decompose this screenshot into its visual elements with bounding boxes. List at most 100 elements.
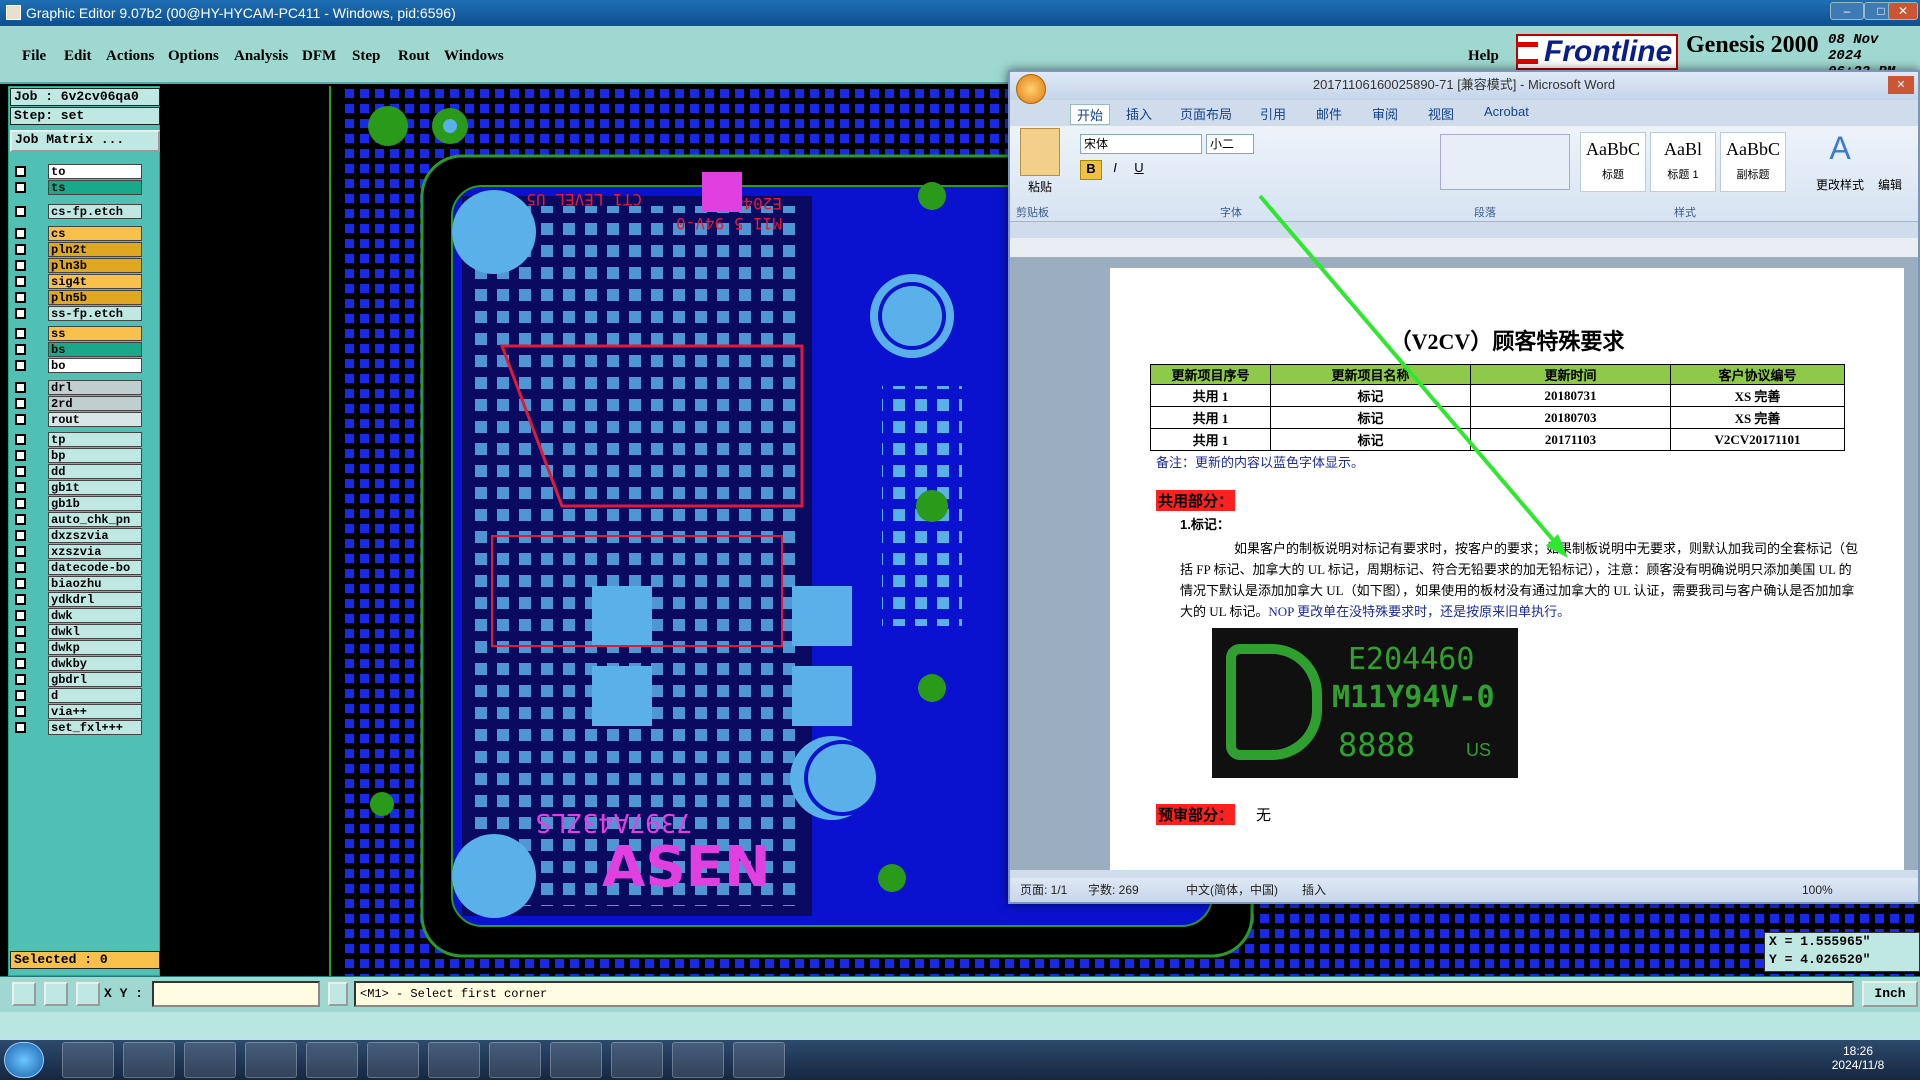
app-icon[interactable] [6,5,21,20]
layer-label[interactable]: ss [48,326,142,341]
layer-row-ts[interactable]: ts [12,180,142,195]
layer-row-cs-fp-etch[interactable]: cs-fp.etch [12,204,142,219]
layer-row-rout[interactable]: rout [12,412,142,427]
layer-row-via-[interactable]: via++ [12,704,142,719]
menu-file[interactable]: File [22,48,46,65]
layer-label[interactable]: via++ [48,704,142,719]
layer-row-cs[interactable]: cs [12,226,142,241]
font-name-select[interactable]: 宋体 [1080,134,1202,154]
zoom-level[interactable]: 100% [1802,878,1833,902]
italic-button[interactable]: I [1104,160,1126,180]
layer-label[interactable]: dd [48,464,142,479]
layer-label[interactable]: to [48,164,142,179]
layer-label[interactable]: dwkl [48,624,142,639]
layer-label[interactable]: datecode-bo [48,560,142,575]
layer-row-pln2t[interactable]: pln2t [12,242,142,257]
style-gallery-item[interactable]: AaBbC 副标题 [1720,132,1786,192]
layer-checkbox[interactable] [15,578,26,589]
layer-label[interactable]: tp [48,432,142,447]
close-button[interactable]: ✕ [1888,2,1918,20]
ribbon-tab-2[interactable]: 页面布局 [1180,104,1232,123]
layer-checkbox[interactable] [15,182,26,193]
layer-label[interactable]: bs [48,342,142,357]
layer-checkbox[interactable] [15,706,26,717]
frontline-icon[interactable] [245,1042,297,1078]
layer-label[interactable]: auto_chk_pn [48,512,142,527]
layer-row-gb1t[interactable]: gb1t [12,480,142,495]
menu-windows[interactable]: Windows [444,48,504,65]
layer-label[interactable]: ss-fp.etch [48,306,142,321]
layer-checkbox[interactable] [15,530,26,541]
excel-icon[interactable] [489,1042,541,1078]
change-style-icon[interactable]: A [1818,130,1862,170]
layer-label[interactable]: 2rd [48,396,142,411]
layer-row-dwk[interactable]: dwk [12,608,142,623]
eye2-icon[interactable] [672,1042,724,1078]
xy-input[interactable] [152,981,320,1007]
layer-checkbox[interactable] [15,344,26,355]
layer-checkbox[interactable] [15,228,26,239]
layer-label[interactable]: dwkp [48,640,142,655]
ribbon-tab-0[interactable]: 开始 [1070,104,1111,125]
layer-checkbox[interactable] [15,594,26,605]
layer-checkbox[interactable] [15,722,26,733]
layer-checkbox[interactable] [15,514,26,525]
layer-checkbox[interactable] [15,610,26,621]
layer-row-drl[interactable]: drl [12,380,142,395]
layer-row-pln3b[interactable]: pln3b [12,258,142,273]
layer-label[interactable]: pln3b [48,258,142,273]
layer-row-ss[interactable]: ss [12,326,142,341]
grid-tool-icon[interactable] [76,982,100,1006]
layer-checkbox[interactable] [15,466,26,477]
layer-label[interactable]: cs-fp.etch [48,204,142,219]
layer-row-datecode-bo[interactable]: datecode-bo [12,560,142,575]
layer-row-set-fxl-[interactable]: set_fxl+++ [12,720,142,735]
layer-label[interactable]: bo [48,358,142,373]
layer-label[interactable]: cs [48,226,142,241]
layer-label[interactable]: xzszvia [48,544,142,559]
word-icon[interactable] [428,1042,480,1078]
document-page[interactable]: （V2CV）顾客特殊要求 更新项目序号 更新项目名称 更新时间 客户协议编号 共用 1… [1110,268,1904,870]
layer-checkbox[interactable] [15,498,26,509]
tray-clock[interactable]: 18:26 2024/11/8 [1818,1044,1898,1072]
layer-row-ydkdrl[interactable]: ydkdrl [12,592,142,607]
layer-checkbox[interactable] [15,308,26,319]
word-window[interactable]: 20171106160025890-71 [兼容模式] - Microsoft … [1008,70,1920,904]
ribbon-tab-5[interactable]: 审阅 [1372,104,1398,123]
layer-label[interactable]: gb1b [48,496,142,511]
layer-label[interactable]: bp [48,448,142,463]
style-gallery-item[interactable]: AaBbC 标题 [1580,132,1646,192]
layer-checkbox[interactable] [15,658,26,669]
zoom-tool-icon[interactable] [12,982,36,1006]
layer-label[interactable]: drl [48,380,142,395]
layer-checkbox[interactable] [15,482,26,493]
layer-checkbox[interactable] [15,450,26,461]
layer-checkbox[interactable] [15,690,26,701]
office-button[interactable] [1016,74,1046,104]
menu-dfm[interactable]: DFM [302,48,336,65]
layer-label[interactable]: pln2t [48,242,142,257]
underline-button[interactable]: U [1128,160,1150,180]
layer-checkbox[interactable] [15,674,26,685]
help-menu[interactable]: Help [1468,48,1499,65]
layer-row-dxzszvia[interactable]: dxzszvia [12,528,142,543]
layer-row-bp[interactable]: bp [12,448,142,463]
layer-label[interactable]: set_fxl+++ [48,720,142,735]
layer-row-auto-chk-pn[interactable]: auto_chk_pn [12,512,142,527]
layer-label[interactable]: dxzszvia [48,528,142,543]
style-gallery-item[interactable]: AaBl 标题 1 [1650,132,1716,192]
layer-row-pln5b[interactable]: pln5b [12,290,142,305]
layer-checkbox[interactable] [15,434,26,445]
layer-label[interactable]: d [48,688,142,703]
layer-row-ss-fp-etch[interactable]: ss-fp.etch [12,306,142,321]
menu-rout[interactable]: Rout [398,48,430,65]
layer-checkbox[interactable] [15,260,26,271]
layer-row-dd[interactable]: dd [12,464,142,479]
menu-step[interactable]: Step [352,48,380,65]
menu-options[interactable]: Options [168,48,219,65]
layer-label[interactable]: pln5b [48,290,142,305]
layer-label[interactable]: biaozhu [48,576,142,591]
job-matrix-button[interactable]: Job Matrix ... [10,130,160,152]
layer-row-gbdrl[interactable]: gbdrl [12,672,142,687]
paste-icon[interactable] [1020,128,1060,176]
